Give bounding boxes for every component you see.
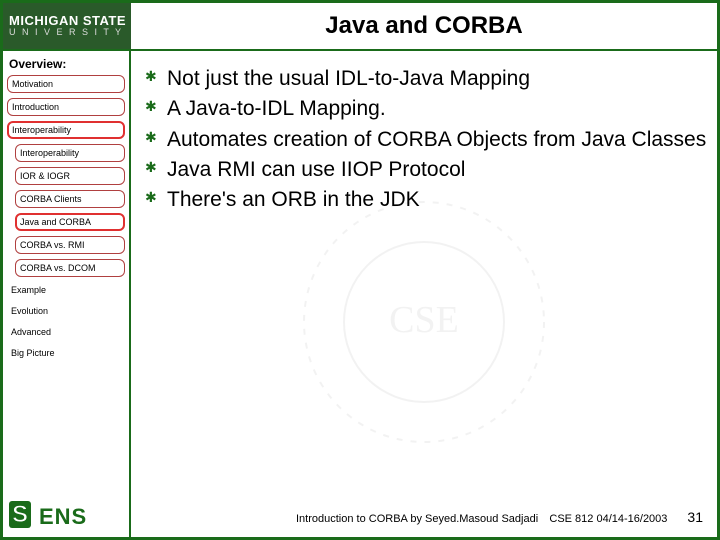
sidebar-item-big-picture: Big Picture xyxy=(7,345,125,361)
content-area: CSE Not just the usual IDL-to-Java Mappi… xyxy=(131,51,717,537)
bullet-item: A Java-to-IDL Mapping. xyxy=(143,95,707,123)
sidebar-item-corba-clients[interactable]: CORBA Clients xyxy=(15,190,125,208)
sidebar-item-interoperability[interactable]: Interoperability xyxy=(15,144,125,162)
header: MICHIGAN STATE U N I V E R S I T Y Java … xyxy=(3,3,717,51)
sidebar-item-introduction[interactable]: Introduction xyxy=(7,98,125,116)
sidebar-item-evolution: Evolution xyxy=(7,303,125,319)
bullet-list: Not just the usual IDL-to-Java MappingA … xyxy=(143,65,707,215)
body: Overview: Motivation Introduction Interope… xyxy=(3,51,717,537)
sens-text: ENS xyxy=(39,504,87,530)
footer: Introduction to CORBA by Seyed.Masoud Sa… xyxy=(271,509,703,525)
sidebar-item-motivation[interactable]: Motivation xyxy=(7,75,125,93)
bullet-item: There's an ORB in the JDK xyxy=(143,186,707,214)
msu-logo: MICHIGAN STATE U N I V E R S I T Y xyxy=(3,3,131,49)
footer-title: Introduction to CORBA by Seyed.Masoud Sa… xyxy=(296,513,538,525)
sens-logo: S ENS xyxy=(9,501,87,533)
msu-logo-line2: U N I V E R S I T Y xyxy=(9,28,131,37)
cse-watermark: CSE xyxy=(284,182,564,462)
sidebar-title: Overview: xyxy=(7,57,125,71)
msu-logo-line1: MICHIGAN STATE xyxy=(9,14,131,27)
slide: MICHIGAN STATE U N I V E R S I T Y Java … xyxy=(0,0,720,540)
slide-title: Java and CORBA xyxy=(131,3,717,49)
sidebar-item-interoperability[interactable]: Interoperability xyxy=(7,121,125,139)
footer-page-number: 31 xyxy=(687,509,703,525)
sidebar-item-java-and-corba[interactable]: Java and CORBA xyxy=(15,213,125,231)
sidebar-item-advanced: Advanced xyxy=(7,324,125,340)
sidebar: Overview: Motivation Introduction Interope… xyxy=(3,51,131,537)
sidebar-item-example: Example xyxy=(7,282,125,298)
sidebar-item-ior-iogr[interactable]: IOR & IOGR xyxy=(15,167,125,185)
bullet-item: Automates creation of CORBA Objects from… xyxy=(143,126,707,154)
svg-text:CSE: CSE xyxy=(389,299,459,341)
bullet-item: Not just the usual IDL-to-Java Mapping xyxy=(143,65,707,93)
footer-course: CSE 812 04/14-16/2003 xyxy=(549,513,667,525)
sidebar-item-corba-vs-dcom[interactable]: CORBA vs. DCOM xyxy=(15,259,125,277)
sens-s-badge: S xyxy=(9,501,41,533)
sidebar-item-corba-vs-rmi[interactable]: CORBA vs. RMI xyxy=(15,236,125,254)
bullet-item: Java RMI can use IIOP Protocol xyxy=(143,156,707,184)
